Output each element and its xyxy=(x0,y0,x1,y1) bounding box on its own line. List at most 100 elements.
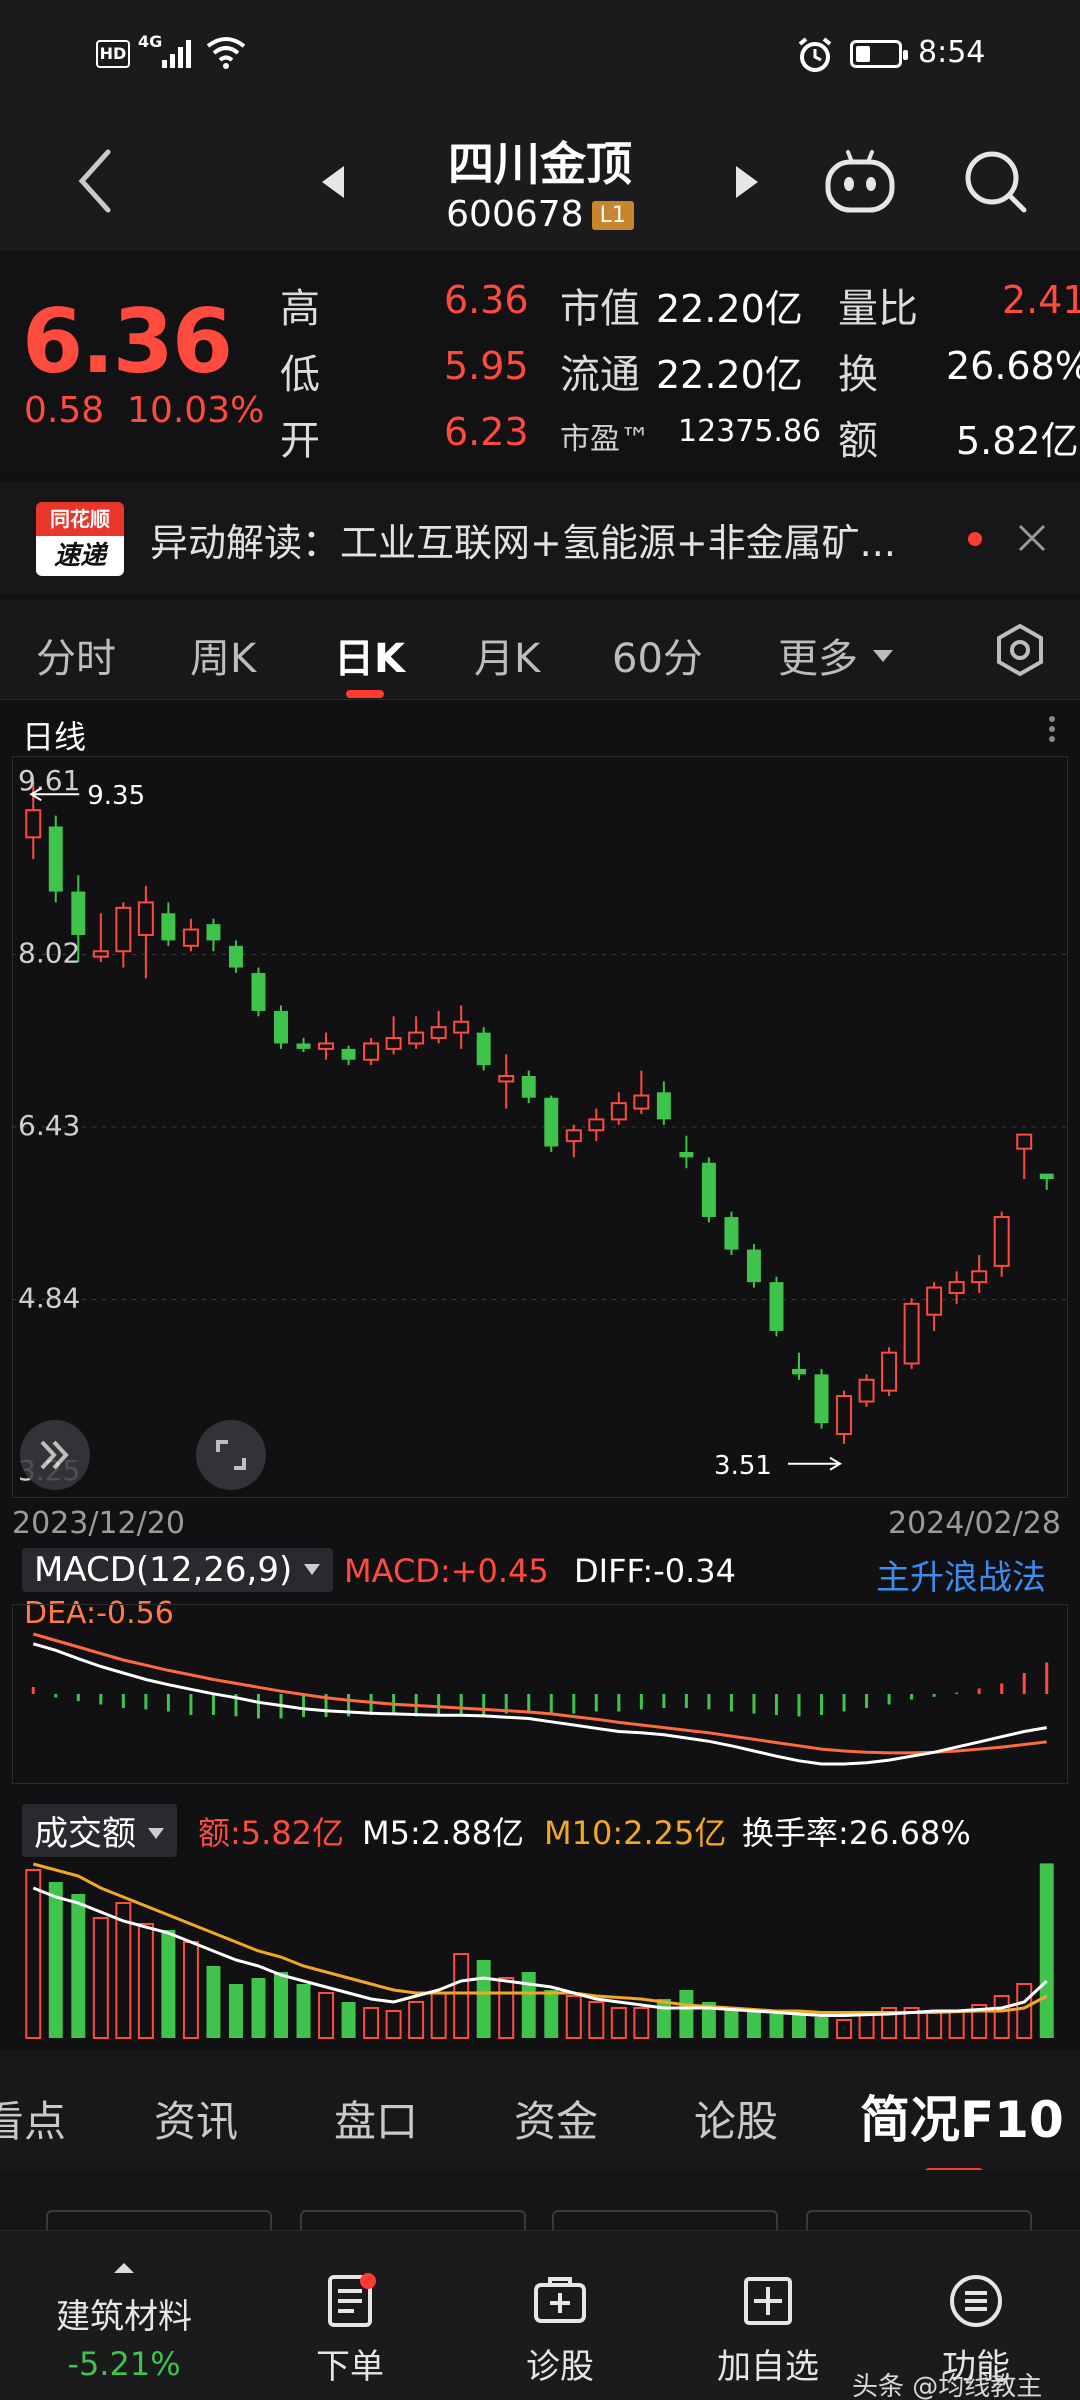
chart-options-icon[interactable] xyxy=(1040,714,1064,744)
volume-bar xyxy=(363,2007,380,2039)
tab-weekly[interactable]: 周K xyxy=(190,626,256,684)
volume-bar xyxy=(296,1984,311,2038)
turnover-label: 换 xyxy=(838,352,878,398)
expand-sidebar-button[interactable] xyxy=(20,1420,90,1490)
candle-body xyxy=(476,1032,491,1066)
candle-body xyxy=(633,1094,650,1110)
caret-up-icon xyxy=(114,2263,134,2273)
change-percent: 10.03% xyxy=(127,390,265,431)
nav-diagnose-label: 诊股 xyxy=(526,2347,594,2387)
volume-bar xyxy=(48,1882,63,2038)
candle-body xyxy=(724,1217,739,1250)
quote-panel: 6.36 0.58 10.03% 高 6.36 低 5.95 开 6.23 市值… xyxy=(0,250,1080,472)
level-badge: L1 xyxy=(591,201,634,230)
kline-chart[interactable]: 9.618.026.434.843.259.353.51 xyxy=(12,756,1068,1498)
price-tick-label: 9.61 xyxy=(18,764,80,797)
vol-ratio-value: 2.41 xyxy=(1002,278,1080,322)
volume-bar xyxy=(453,1953,470,2039)
candle-body xyxy=(341,1048,356,1060)
candle-body xyxy=(588,1118,605,1132)
candle-body xyxy=(385,1037,402,1050)
candle-body xyxy=(251,972,266,1011)
stock-code-row: 600678 L1 xyxy=(340,194,740,235)
strategy-link[interactable]: 主升浪战法 xyxy=(876,1550,1046,1599)
volume-bar xyxy=(588,2001,605,2039)
chevron-down-icon xyxy=(872,650,893,662)
nav-add-watchlist[interactable]: 加自选 xyxy=(668,2231,868,2400)
volume-bar xyxy=(814,2017,829,2038)
volume-bar xyxy=(679,1990,694,2038)
tab-highlights[interactable]: 看点 xyxy=(0,2088,66,2149)
stock-name: 四川金顶 xyxy=(448,137,632,191)
volume-bar xyxy=(544,1990,559,2038)
next-stock-icon[interactable] xyxy=(732,162,762,202)
settings-hexagon-icon[interactable] xyxy=(992,622,1048,678)
vol-ratio-label: 量比 xyxy=(838,286,918,332)
macd-chart xyxy=(12,1604,1068,1784)
volume-bar xyxy=(228,1984,243,2038)
low-value: 5.95 xyxy=(444,344,529,388)
candle-body xyxy=(228,945,243,968)
nav-order[interactable]: 下单 xyxy=(250,2231,450,2400)
volume-bar xyxy=(656,1999,671,2038)
fullscreen-button[interactable] xyxy=(196,1420,266,1490)
low-marker-arrow xyxy=(788,1456,842,1471)
news-logo: 同花顺 速递 xyxy=(36,502,124,576)
volume-bar xyxy=(251,1978,266,2038)
menu-circle-icon xyxy=(950,2275,1002,2327)
back-arrow-icon[interactable] xyxy=(70,146,120,216)
price-tick-label: 6.43 xyxy=(18,1109,80,1142)
price-tick-label: 8.02 xyxy=(18,937,80,970)
candle-body xyxy=(206,924,221,941)
tab-monthly[interactable]: 月K xyxy=(474,626,540,684)
tab-news[interactable]: 资讯 xyxy=(154,2088,238,2149)
volume-bar xyxy=(633,2007,650,2039)
candle-body xyxy=(769,1282,784,1331)
chevron-down-icon xyxy=(147,1828,164,1839)
close-icon[interactable] xyxy=(1016,522,1048,554)
amount-label: 额 xyxy=(838,418,878,464)
change-amount: 0.58 xyxy=(24,390,105,431)
news-strip[interactable]: 同花顺 速递 异动解读：工业互联网+氢能源+非金属矿... xyxy=(0,482,1080,594)
tab-more-label: 更多 xyxy=(778,636,858,682)
candle-body xyxy=(610,1102,627,1121)
tab-daily[interactable]: 日K xyxy=(334,626,405,684)
candle-body xyxy=(903,1302,920,1365)
tab-f10[interactable]: 简况F10 xyxy=(860,2080,1064,2152)
volume-bar xyxy=(1039,1863,1054,2038)
mktcap-value: 22.20亿 xyxy=(656,287,803,331)
sector-change: -5.21% xyxy=(67,2345,181,2383)
turnover-legend: 换手率:26.68% xyxy=(742,1808,971,1854)
sector-name: 建筑材料 xyxy=(56,2297,192,2337)
volume-bar xyxy=(498,1977,515,2039)
tab-more[interactable]: 更多 xyxy=(778,626,895,684)
robot-assistant-icon[interactable] xyxy=(822,146,898,218)
macd-selector[interactable]: MACD(12,26,9) xyxy=(22,1548,334,1592)
tab-discussion[interactable]: 论股 xyxy=(694,2088,778,2149)
volume-bar xyxy=(993,1995,1010,2039)
turnover-legend-text: 换手率:26.68% xyxy=(742,1814,971,1852)
candle-body xyxy=(521,1076,536,1098)
tab-orderbook[interactable]: 盘口 xyxy=(334,2088,418,2149)
news-unread-dot xyxy=(968,532,982,546)
tab-capital[interactable]: 资金 xyxy=(514,2088,598,2149)
add-square-icon xyxy=(744,2277,792,2325)
nav-diagnose[interactable]: 诊股 xyxy=(460,2231,660,2400)
low-marker-label: 3.51 xyxy=(714,1451,772,1481)
search-icon[interactable] xyxy=(962,148,1032,218)
info-tabs: 看点 资讯 盘口 资金 论股 简况F10 xyxy=(0,2050,1080,2178)
candle-body xyxy=(318,1042,335,1050)
tab-60min[interactable]: 60分 xyxy=(612,626,703,684)
status-time: 8:54 xyxy=(918,35,986,70)
volume-bar xyxy=(161,1930,176,2038)
volume-bar xyxy=(724,2008,739,2038)
volume-bar xyxy=(836,2019,853,2039)
chart-title: 日线 xyxy=(22,718,87,756)
battery-icon xyxy=(850,40,908,68)
sector-button[interactable]: 建筑材料 -5.21% xyxy=(24,2231,224,2400)
hd-icon: HD xyxy=(96,40,130,68)
tab-intraday[interactable]: 分时 xyxy=(36,626,116,684)
candle-body xyxy=(48,826,63,892)
volume-bar xyxy=(430,1992,447,2039)
amount-value: 5.82亿 xyxy=(956,419,1079,463)
